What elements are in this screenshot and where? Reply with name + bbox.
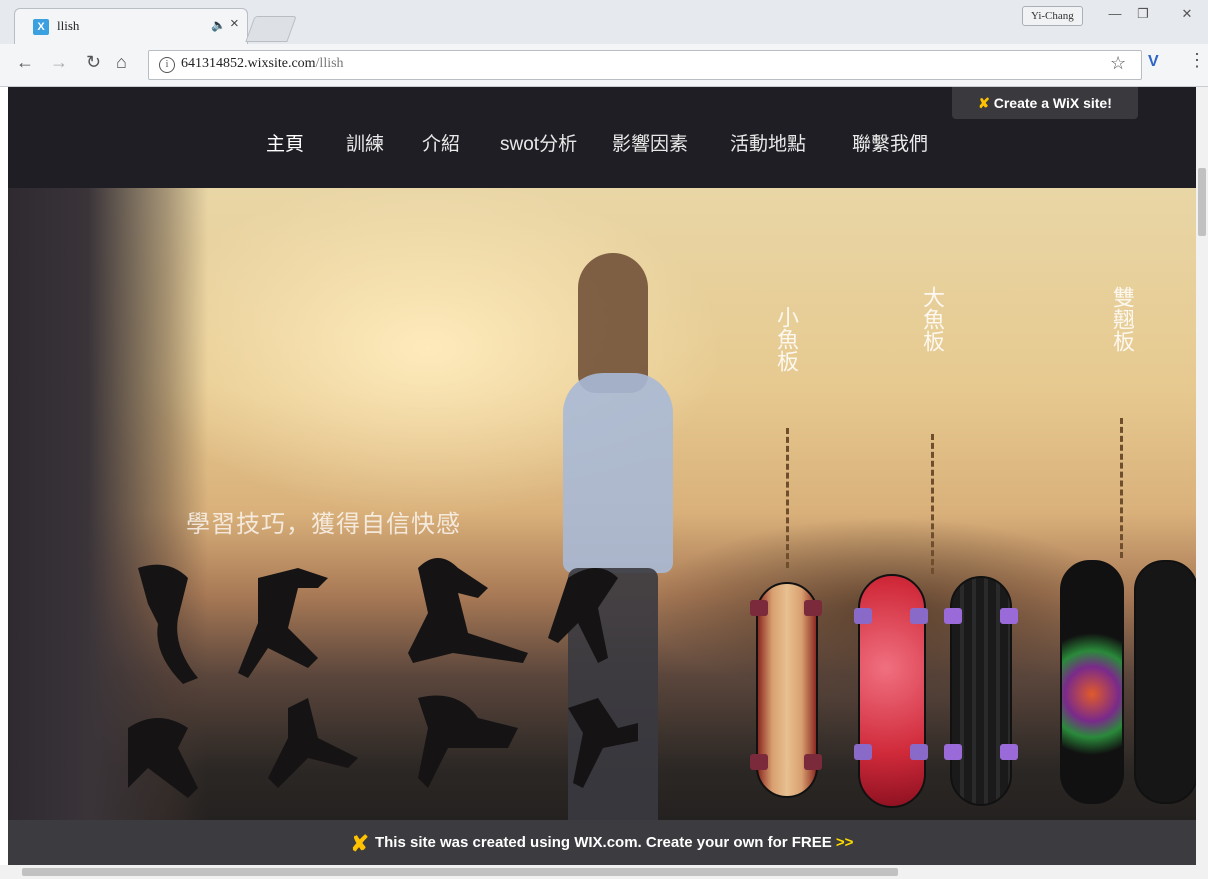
wheel [910, 744, 928, 760]
nav-intro[interactable]: 介紹 [422, 129, 460, 156]
skater-silhouette [568, 698, 638, 788]
maximize-icon[interactable]: ❐ [1132, 4, 1154, 24]
skater-silhouettes [128, 558, 638, 798]
nav-swot[interactable]: swot分析 [500, 129, 577, 156]
dashed-line [1120, 418, 1123, 558]
page-viewport: 主頁 訓練 介紹 swot分析 影響因素 活動地點 聯繫我們 ✘ Create … [8, 87, 1196, 865]
wheel [944, 608, 962, 624]
back-icon[interactable]: ← [16, 52, 34, 73]
wheel [1000, 744, 1018, 760]
skateboard-double-kick [1060, 560, 1124, 804]
url-path: /llish [315, 56, 344, 71]
wheel [750, 600, 768, 616]
horizontal-scroll-thumb[interactable] [22, 868, 898, 876]
skater-silhouette [238, 568, 328, 678]
nav-home[interactable]: 主頁 [266, 129, 304, 156]
board-label-small: 小魚板 [774, 306, 799, 372]
speaker-icon[interactable]: 🔈 [211, 18, 226, 32]
address-bar[interactable]: i 641314852.wixsite.com/llish [148, 50, 1142, 80]
skater-silhouette [408, 558, 528, 663]
reload-icon[interactable]: ↻ [86, 52, 101, 73]
banner-arrow: >> [835, 834, 854, 851]
forward-icon[interactable]: → [50, 52, 68, 73]
wheel [1000, 608, 1018, 624]
dashed-line [786, 428, 789, 568]
wheel [910, 608, 928, 624]
bookmark-star-icon[interactable]: ☆ [1110, 53, 1126, 74]
url-host: 641314852.wixsite.com [181, 56, 316, 71]
wheel [750, 754, 768, 770]
skater-silhouette [268, 698, 358, 788]
skater-silhouette [548, 568, 618, 663]
wheel [804, 754, 822, 770]
url-text: 641314852.wixsite.com/llish [181, 56, 344, 72]
dashed-line [931, 434, 934, 574]
nav-factors[interactable]: 影響因素 [612, 129, 688, 156]
wheel [854, 744, 872, 760]
girl-torso [563, 373, 673, 573]
hero-slogan: 學習技巧，獲得自信快感 [186, 511, 461, 538]
wix-promo-banner[interactable]: ✘ This site was created using WIX.com. Cr… [8, 820, 1196, 865]
wix-favicon-icon: X [33, 19, 49, 35]
close-window-icon[interactable]: ✕ [1176, 4, 1198, 24]
profile-button[interactable]: Yi-Chang [1022, 6, 1083, 26]
wheel [804, 600, 822, 616]
wix-logo-icon: ✘ [350, 830, 369, 856]
skateboard-double-kick-back [1134, 560, 1196, 804]
wheel [944, 744, 962, 760]
browser-menu-icon[interactable]: ⋮ [1188, 50, 1206, 71]
nav-contact[interactable]: 聯繫我們 [852, 129, 928, 156]
girl-hair [578, 253, 648, 393]
wix-logo-icon: ✘ [978, 95, 990, 111]
nav-locations[interactable]: 活動地點 [730, 129, 806, 156]
browser-tab[interactable]: X llish 🔈 × [14, 8, 248, 45]
hero-image: 學習技巧，獲得自信快感 小魚板 大魚板 雙翹板 [8, 188, 1196, 865]
vertical-scroll-thumb[interactable] [1198, 168, 1206, 236]
extension-icon[interactable]: V [1148, 53, 1159, 71]
home-icon[interactable]: ⌂ [116, 52, 127, 73]
board-label-big: 大魚板 [920, 286, 945, 352]
minimize-icon[interactable]: — [1104, 4, 1126, 24]
skater-silhouette [128, 718, 198, 798]
skater-silhouette [418, 695, 518, 788]
close-tab-icon[interactable]: × [230, 15, 239, 32]
tab-title: llish [57, 18, 80, 33]
info-icon[interactable]: i [159, 57, 175, 73]
create-wix-label: Create a WiX site! [993, 95, 1112, 111]
create-wix-site-button[interactable]: ✘ Create a WiX site! [952, 87, 1138, 119]
nav-training[interactable]: 訓練 [346, 129, 384, 156]
skater-silhouette [138, 564, 198, 684]
banner-text: This site was created using WIX.com. Cre… [374, 834, 832, 851]
board-label-double: 雙翹板 [1110, 286, 1135, 352]
wheel [854, 608, 872, 624]
